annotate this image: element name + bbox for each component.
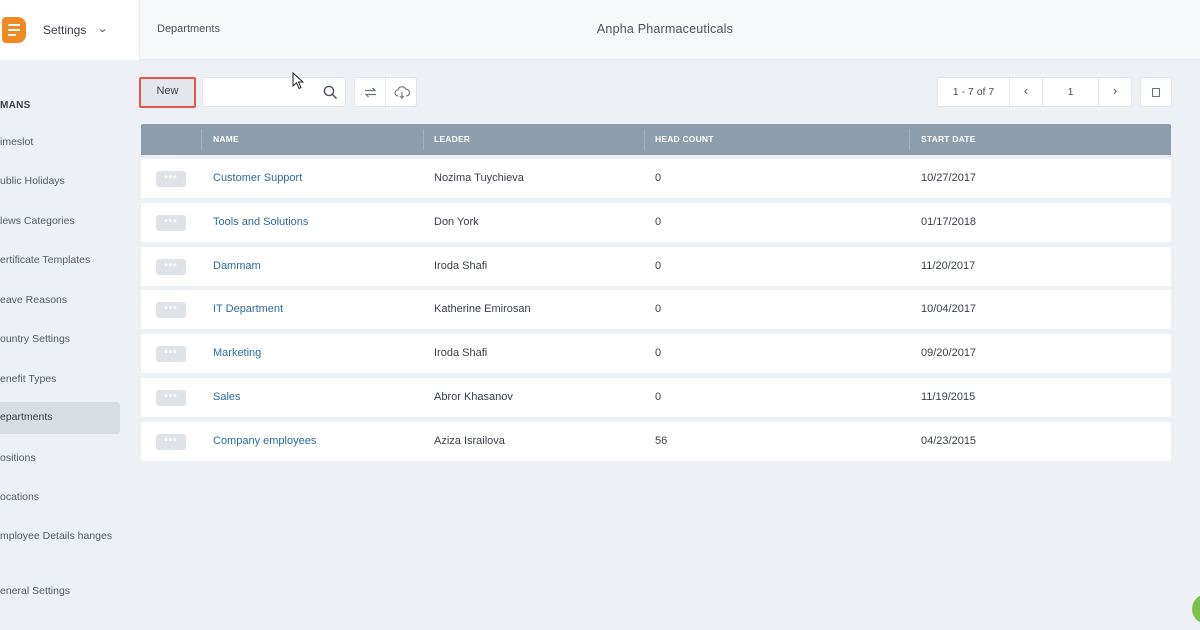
chevron-left-icon: ‹ xyxy=(1023,83,1029,98)
top-bar: Settings ⌄ Departments Anpha Pharmaceuti… xyxy=(0,0,1200,60)
leader-cell: Katherine Emirosan xyxy=(434,303,531,315)
page-number-field[interactable]: 1 xyxy=(1042,77,1099,107)
refresh-button[interactable] xyxy=(354,77,386,107)
head-count-cell: 0 xyxy=(655,303,662,315)
table-row[interactable]: ••• Sales Abror Khasanov 0 11/19/2015 xyxy=(141,378,1171,417)
column-header-name[interactable]: NAME xyxy=(213,134,239,144)
head-count-cell: 56 xyxy=(655,435,668,447)
start-date-cell: 10/27/2017 xyxy=(921,172,977,184)
head-count-cell: 0 xyxy=(655,347,662,359)
department-name-link[interactable]: IT Department xyxy=(213,303,283,315)
department-name-link[interactable]: Tools and Solutions xyxy=(213,216,308,228)
table-row[interactable]: ••• Dammam Iroda Shafi 0 11/20/2017 xyxy=(141,247,1171,286)
sidebar-item-country-settings[interactable]: ountry Settings xyxy=(0,324,120,356)
column-settings-button[interactable] xyxy=(1140,77,1172,107)
table-row[interactable]: ••• Company employees Aziza Israilova 56… xyxy=(141,422,1171,461)
sidebar-item-timeslot[interactable]: imeslot xyxy=(0,127,120,159)
search-icon[interactable] xyxy=(323,85,338,105)
download-button[interactable] xyxy=(385,77,417,107)
new-button[interactable]: New xyxy=(139,77,196,108)
app-logo-icon xyxy=(2,17,26,43)
head-count-cell: 0 xyxy=(655,391,662,403)
column-header-head-count[interactable]: HEAD COUNT xyxy=(655,134,714,144)
department-name-link[interactable]: Customer Support xyxy=(213,172,302,184)
sidebar-item-employee-details-changes[interactable]: mployee Details hanges xyxy=(0,527,120,561)
settings-label[interactable]: Settings xyxy=(43,23,86,37)
start-date-cell: 11/19/2015 xyxy=(921,391,976,403)
sidebar-section-title: MANS xyxy=(0,100,31,111)
sidebar-item-benefit-types[interactable]: enefit Types xyxy=(0,364,120,396)
row-actions-button[interactable]: ••• xyxy=(156,302,186,318)
table-row[interactable]: ••• Customer Support Nozima Tuychieva 0 … xyxy=(141,159,1171,198)
row-actions-button[interactable]: ••• xyxy=(156,390,186,406)
table-row[interactable]: ••• Tools and Solutions Don York 0 01/17… xyxy=(141,203,1171,242)
chevron-right-icon: › xyxy=(1112,83,1118,98)
company-name: Anpha Pharmaceuticals xyxy=(596,22,734,36)
next-page-button[interactable]: › xyxy=(1098,77,1132,107)
sidebar-item-locations[interactable]: ocations xyxy=(0,482,120,514)
prev-page-button[interactable]: ‹ xyxy=(1009,77,1043,107)
leader-cell: Iroda Shafi xyxy=(434,347,488,359)
column-header-start-date[interactable]: START DATE xyxy=(921,134,976,144)
start-date-cell: 10/04/2017 xyxy=(921,303,977,315)
department-name-link[interactable]: Sales xyxy=(213,391,241,403)
start-date-cell: 11/20/2017 xyxy=(921,260,976,272)
pager-range: 1 - 7 of 7 xyxy=(937,77,1010,107)
sidebar-item-departments[interactable]: epartments xyxy=(0,402,120,434)
help-chat-button[interactable] xyxy=(1192,594,1200,624)
sidebar-item-certificate-templates[interactable]: ertificate Templates xyxy=(0,245,120,277)
sidebar-item-leave-reasons[interactable]: eave Reasons xyxy=(0,285,120,317)
sidebar: MANS imeslot ublic Holidays lews Categor… xyxy=(0,60,130,630)
leader-cell: Nozima Tuychieva xyxy=(434,172,524,184)
row-actions-button[interactable]: ••• xyxy=(156,171,186,187)
start-date-cell: 09/20/2017 xyxy=(921,347,977,359)
row-actions-button[interactable]: ••• xyxy=(156,346,186,362)
cloud-download-icon xyxy=(394,86,410,99)
head-count-cell: 0 xyxy=(655,260,662,272)
table-row[interactable]: ••• IT Department Katherine Emirosan 0 1… xyxy=(141,290,1171,329)
breadcrumb: Departments xyxy=(157,23,220,35)
department-name-link[interactable]: Company employees xyxy=(213,435,316,447)
department-name-link[interactable]: Marketing xyxy=(213,347,261,359)
sidebar-item-positions[interactable]: ositions xyxy=(0,443,120,475)
sidebar-item-news-categories[interactable]: lews Categories xyxy=(0,206,120,238)
row-actions-button[interactable]: ••• xyxy=(156,434,186,450)
sidebar-item-public-holidays[interactable]: ublic Holidays xyxy=(0,166,120,198)
leader-cell: Abror Khasanov xyxy=(434,391,513,403)
start-date-cell: 01/17/2018 xyxy=(921,216,977,228)
leader-cell: Iroda Shafi xyxy=(434,260,488,272)
start-date-cell: 04/23/2015 xyxy=(921,435,977,447)
settings-menu[interactable]: Settings ⌄ xyxy=(0,0,140,60)
row-actions-button[interactable]: ••• xyxy=(156,259,186,275)
head-count-cell: 0 xyxy=(655,172,662,184)
sync-icon xyxy=(364,87,377,98)
mouse-cursor-icon xyxy=(292,72,304,90)
document-icon xyxy=(1152,88,1160,97)
table-row[interactable]: ••• Marketing Iroda Shafi 0 09/20/2017 xyxy=(141,334,1171,373)
table-header: NAME LEADER HEAD COUNT START DATE xyxy=(141,124,1171,155)
leader-cell: Aziza Israilova xyxy=(434,435,505,447)
chevron-down-icon[interactable]: ⌄ xyxy=(97,22,109,35)
row-actions-button[interactable]: ••• xyxy=(156,215,186,231)
search-box xyxy=(202,77,346,107)
sidebar-item-general-settings[interactable]: eneral Settings xyxy=(0,576,120,608)
department-name-link[interactable]: Dammam xyxy=(213,260,261,272)
column-header-leader[interactable]: LEADER xyxy=(434,134,470,144)
leader-cell: Don York xyxy=(434,216,479,228)
head-count-cell: 0 xyxy=(655,216,662,228)
